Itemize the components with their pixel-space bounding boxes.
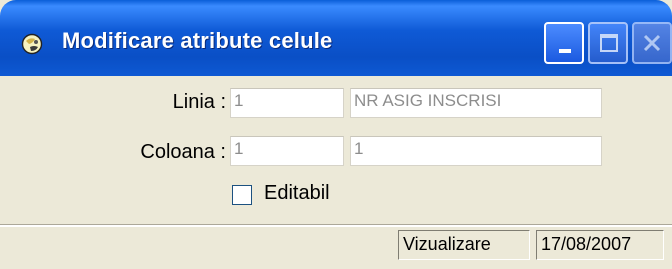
window-title: Modificare atribute celule xyxy=(62,28,333,53)
dialog-window: Modificare atribute celule Linia : 1 NR … xyxy=(0,0,672,269)
linia-value-field[interactable]: 1 xyxy=(230,88,344,118)
close-button[interactable] xyxy=(632,22,672,64)
minimize-button[interactable] xyxy=(544,22,584,64)
close-icon xyxy=(643,34,661,52)
maximize-button[interactable] xyxy=(588,22,628,64)
coloana-value-field[interactable]: 1 xyxy=(230,136,344,166)
coloana-label: Coloana : xyxy=(140,141,226,163)
editabil-label: Editabil xyxy=(264,182,330,204)
app-ball-icon xyxy=(21,33,43,55)
coloana-name-field[interactable]: 1 xyxy=(350,136,602,166)
title-bar[interactable]: Modificare atribute celule xyxy=(0,0,672,76)
linia-name-field[interactable]: NR ASIG INSCRISI xyxy=(350,88,602,118)
status-mode: Vizualizare xyxy=(398,230,530,260)
editabil-checkbox[interactable] xyxy=(232,185,252,205)
status-date: 17/08/2007 xyxy=(536,230,664,260)
maximize-icon xyxy=(600,34,618,52)
minimize-icon xyxy=(559,49,571,53)
status-separator xyxy=(0,224,672,227)
linia-label: Linia : xyxy=(172,91,226,113)
